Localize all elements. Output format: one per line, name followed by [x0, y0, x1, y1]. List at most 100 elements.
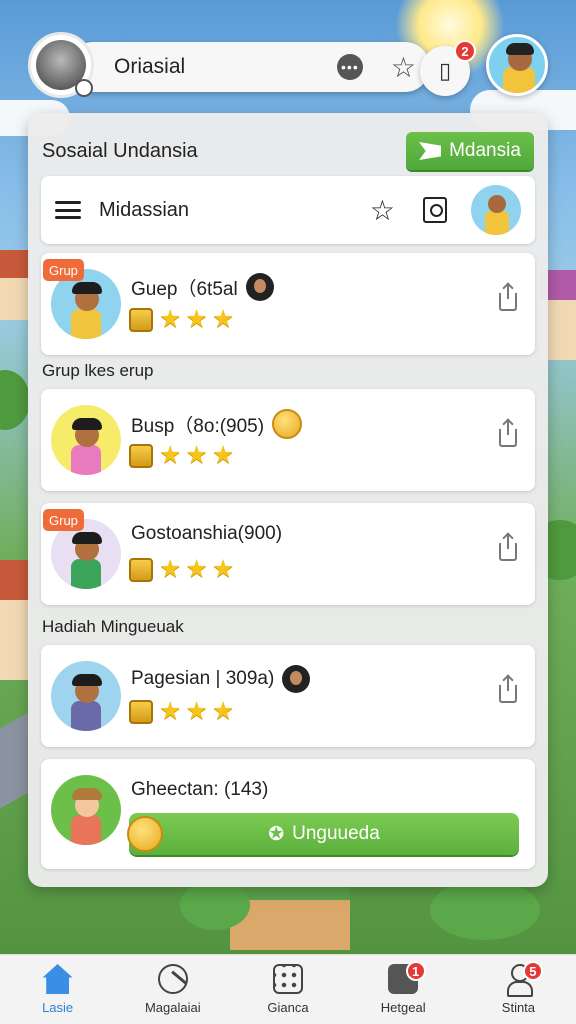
top-bar: Oriasial ••• ☆ ▯ 2	[28, 32, 548, 100]
nav-item-home[interactable]: Lasie	[0, 955, 115, 1024]
star-rating: ★ ★ ★	[129, 557, 234, 582]
friend-card[interactable]: Grup Guep（6t5al ★ ★ ★	[41, 253, 535, 355]
tree	[0, 370, 30, 430]
star-icon: ★	[185, 697, 208, 725]
avatar-head	[488, 195, 506, 213]
nav-item-grid[interactable]: Gianca	[230, 955, 345, 1024]
coin-icon	[129, 557, 153, 582]
panel-title: Sosaial Undansia	[42, 139, 198, 162]
book-icon: ▯	[438, 58, 452, 83]
avatar-body	[503, 67, 535, 93]
house	[230, 880, 350, 950]
star-icon: ★	[211, 555, 235, 583]
subbar-avatar[interactable]	[471, 185, 521, 235]
section-label: Hadiah Minguеuak	[42, 617, 184, 636]
book-badge: 2	[454, 40, 476, 62]
star-icon: ★	[185, 441, 208, 469]
coin-icon	[272, 409, 303, 439]
friend-name-row: Gostoanshia(900)	[131, 523, 282, 545]
flag-icon	[419, 142, 442, 160]
reward-card[interactable]: Pagesian | 309a) ★ ★ ★	[41, 645, 535, 747]
coin-icon	[127, 816, 163, 852]
claim-button[interactable]: ✪ Unguueda	[127, 813, 519, 855]
star-icon: ★	[159, 555, 182, 583]
section-label: Grup lkes erup	[42, 361, 154, 380]
star-icon: ✪	[268, 823, 285, 845]
star-icon: ★	[159, 697, 182, 725]
nav-label: Hetgeal	[380, 1000, 426, 1015]
invite-button[interactable]: Mdansia	[406, 132, 534, 170]
avatar-hair	[506, 43, 534, 55]
star-icon: ★	[185, 305, 208, 333]
friend-avatar	[51, 661, 121, 731]
friend-name: Pagesian | 309a)	[131, 668, 275, 689]
share-icon[interactable]	[499, 535, 517, 561]
share-icon[interactable]	[499, 421, 517, 447]
reward-card[interactable]: Gheectan: (143) ✪ Unguueda	[41, 759, 535, 869]
star-icon: ★	[159, 305, 182, 333]
share-icon[interactable]	[499, 285, 517, 311]
sub-toolbar: Midassian ☆	[41, 176, 535, 244]
star-icon[interactable]: ☆	[370, 194, 395, 227]
subbar-title: Midassian	[99, 198, 190, 221]
friend-name-row: Gheectan: (143)	[131, 779, 268, 801]
friend-name-row: Pagesian | 309a)	[131, 665, 311, 693]
nav-badge: 1	[405, 961, 426, 981]
tree	[180, 880, 250, 930]
friend-name: Gheectan: (143)	[131, 779, 269, 800]
house	[0, 250, 30, 320]
coin-icon	[129, 307, 153, 332]
star-rating: ★ ★ ★	[129, 307, 234, 332]
tree	[430, 880, 540, 940]
social-panel: Sosaial Undansia Mdansia Midassian ☆ Gru…	[28, 113, 548, 887]
player-avatar[interactable]	[28, 32, 94, 98]
nav-label: Gianca	[267, 1000, 309, 1015]
document-icon[interactable]	[423, 197, 447, 223]
coin-icon	[129, 699, 153, 724]
star-rating: ★ ★ ★	[129, 699, 234, 724]
star-rating: ★ ★ ★	[129, 443, 234, 468]
friend-name: Guep（6t5al	[131, 278, 238, 300]
star-icon[interactable]: ☆	[391, 51, 416, 84]
nav-item-tags[interactable]: Magalaiai	[115, 955, 230, 1024]
house	[0, 560, 30, 680]
nav-label: Magalaiai	[144, 1000, 201, 1015]
avatar-status-icon	[75, 79, 93, 97]
nav-label: Lasie	[42, 1000, 74, 1015]
mini-avatar	[245, 273, 274, 301]
tag-icon	[157, 964, 188, 994]
invite-button-label: Mdansia	[449, 140, 521, 161]
panel-header: Sosaial Undansia Mdansia	[42, 131, 534, 171]
star-icon: ★	[211, 697, 235, 725]
nav-label: Stinta	[501, 1000, 536, 1015]
header-pill[interactable]: Oriasial ••• ☆	[68, 42, 430, 92]
star-icon: ★	[159, 441, 182, 469]
friend-card[interactable]: Busp（8o:(905) ★ ★ ★	[41, 389, 535, 491]
friend-name-row: Guep（6t5al	[131, 273, 274, 301]
more-icon[interactable]: •••	[336, 54, 363, 80]
nav-item-chat[interactable]: 1 Hetgeal	[346, 955, 461, 1024]
share-icon[interactable]	[499, 677, 517, 703]
star-icon: ★	[211, 441, 235, 469]
profile-avatar[interactable]	[486, 34, 548, 96]
group-tag: Grup	[43, 509, 84, 531]
friend-avatar	[51, 405, 121, 475]
bottom-nav: Lasie Magalaiai Gianca 1 Hetgeal 5 Stint…	[0, 954, 576, 1024]
menu-icon[interactable]	[55, 201, 81, 219]
home-icon	[42, 964, 73, 994]
road	[0, 711, 30, 809]
book-button[interactable]: ▯ 2	[420, 40, 476, 96]
star-icon: ★	[185, 555, 208, 583]
claim-button-label: Unguueda	[292, 823, 380, 844]
nav-badge: 5	[522, 961, 543, 981]
avatar-body	[485, 211, 509, 235]
star-icon: ★	[211, 305, 235, 333]
header-title: Oriasial	[114, 55, 186, 78]
group-tag: Grup	[43, 259, 84, 281]
friend-card[interactable]: Grup Gostoanshia(900) ★ ★ ★	[41, 503, 535, 605]
nav-item-profile[interactable]: 5 Stinta	[461, 955, 576, 1024]
coin-icon	[129, 443, 153, 468]
mini-avatar	[282, 665, 311, 693]
grid-icon	[273, 964, 303, 994]
friend-name: Gostoanshia(900)	[131, 523, 283, 544]
